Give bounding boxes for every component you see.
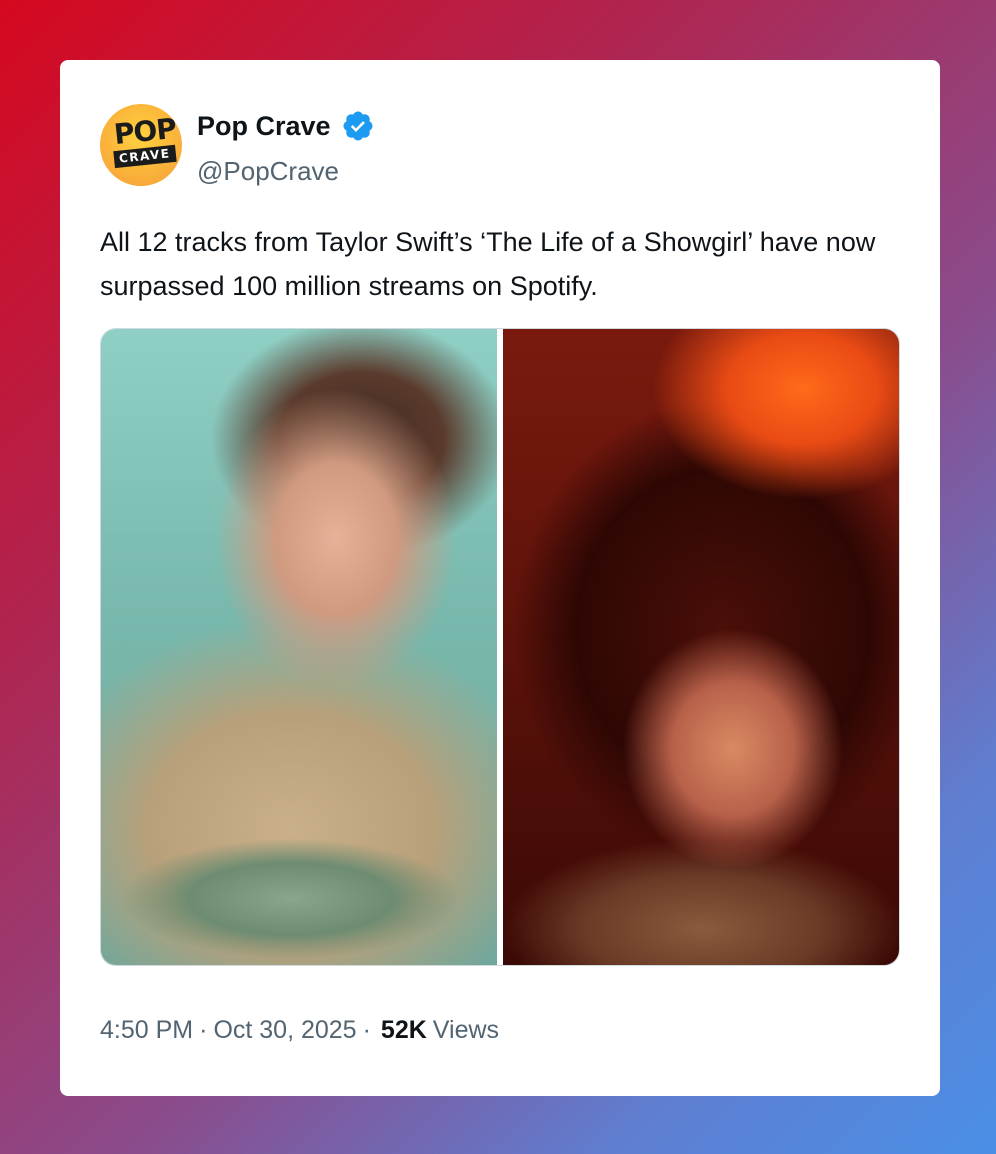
tweet-text: All 12 tracks from Taylor Swift’s ‘The L… xyxy=(100,227,876,301)
author-handle[interactable]: @PopCrave xyxy=(197,156,339,187)
avatar[interactable]: POP CRAVE xyxy=(100,104,182,186)
tweet-time[interactable]: 4:50 PM xyxy=(100,1016,193,1045)
meta-separator: · xyxy=(199,1016,208,1044)
media-photo-right[interactable] xyxy=(503,329,899,965)
views-count: 52K xyxy=(380,1016,427,1044)
tweet-media-grid xyxy=(100,328,900,966)
tweet-date[interactable]: Oct 30, 2025 xyxy=(213,1016,356,1045)
author-display-name[interactable]: Pop Crave xyxy=(197,111,331,142)
tweet-meta-row: 4:50 PM · Oct 30, 2025 · 52K Views xyxy=(100,1016,499,1045)
media-photo-left[interactable] xyxy=(101,329,497,965)
views-label: Views xyxy=(432,1016,500,1044)
avatar-logo-top: POP xyxy=(112,111,178,152)
verified-check-icon xyxy=(343,111,373,141)
meta-separator: · xyxy=(362,1016,371,1044)
author-name-row: Pop Crave xyxy=(197,108,375,144)
tweet-card: POP CRAVE Pop Crave @PopCrave All 12 tra… xyxy=(60,60,940,1096)
